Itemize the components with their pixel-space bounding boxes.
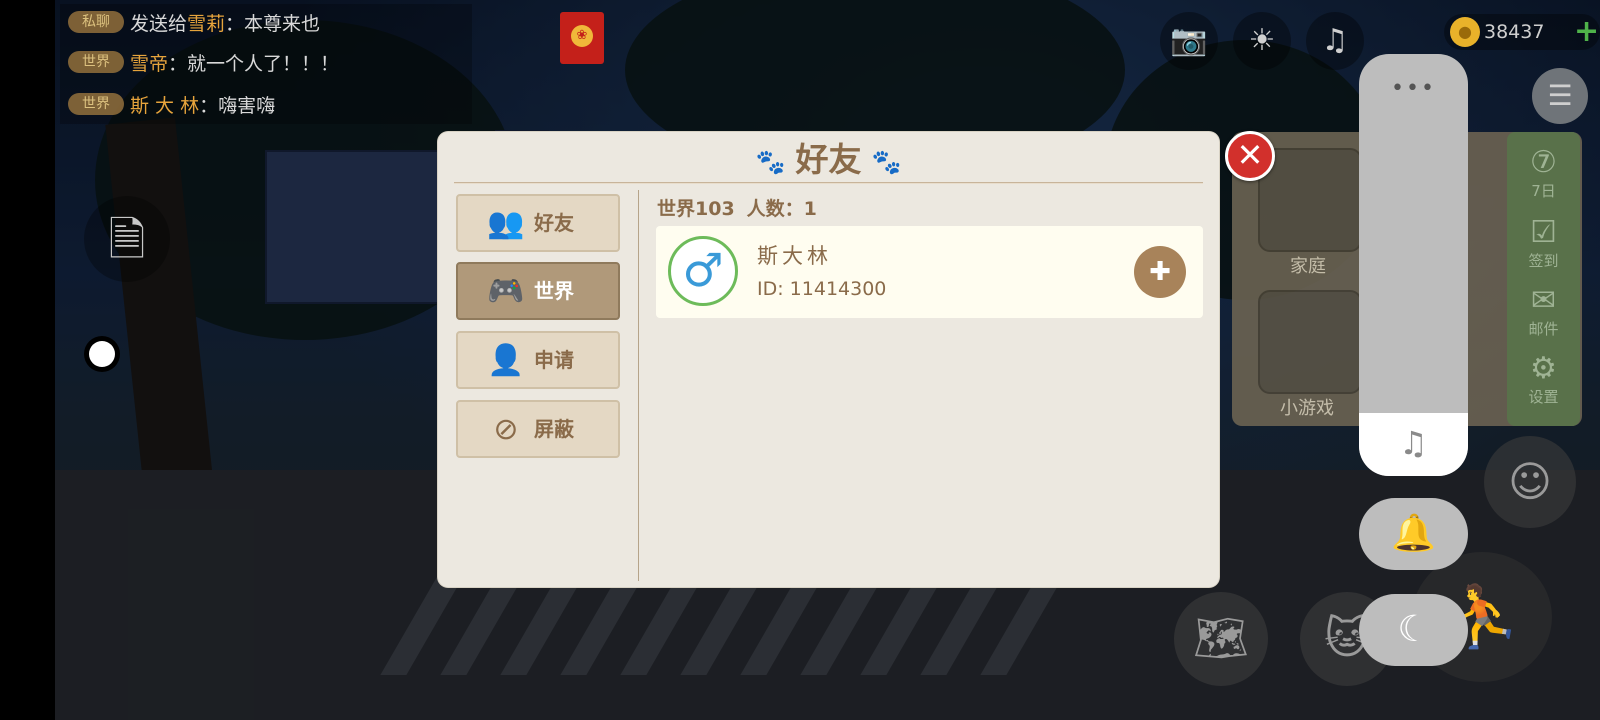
friends-icon: 👥 xyxy=(487,206,525,241)
checkin-button[interactable]: ☑ 签到 xyxy=(1507,216,1580,271)
settings-button[interactable]: ⚙ 设置 xyxy=(1507,352,1580,407)
close-button[interactable]: ✕ xyxy=(1225,131,1275,181)
add-coins-button[interactable]: + xyxy=(1574,14,1599,50)
tab-requests-label: 申请 xyxy=(534,348,574,372)
mail-label: 邮件 xyxy=(1528,320,1559,338)
chat-message: 本尊来也 xyxy=(244,12,321,35)
dialog-title: 🐾 好友 🐾 xyxy=(438,138,1219,184)
tab-world-label: 世界 xyxy=(534,279,574,303)
tab-blocked[interactable]: ⊘ 屏蔽 xyxy=(456,400,620,458)
ring-mode-button[interactable]: 🔔 xyxy=(1359,498,1468,570)
mail-icon: ✉ xyxy=(1530,283,1557,318)
tab-friends[interactable]: 👥 好友 xyxy=(456,194,620,252)
room-info: 世界103 人数：1 xyxy=(657,194,829,221)
chat-player-name[interactable]: 斯 大 林 xyxy=(130,91,199,118)
chat-line: 私聊 发送给 雪莉 ： 本尊来也 xyxy=(68,8,320,36)
player-count: 人数：1 xyxy=(746,198,817,220)
add-friend-icon: ✚ xyxy=(1149,257,1171,287)
male-gender-icon: ♂ xyxy=(668,236,738,306)
room-name: 世界103 xyxy=(657,198,735,220)
task-list-icon[interactable]: 🗎 xyxy=(84,196,170,282)
seven-day-icon: ⑦ xyxy=(1530,145,1557,180)
coin-amount: 38437 xyxy=(1484,21,1545,43)
volume-slider[interactable]: ••• ♫ xyxy=(1359,54,1468,476)
checkin-label: 签到 xyxy=(1528,252,1559,270)
list-menu-icon[interactable]: ☰ xyxy=(1532,68,1588,124)
moon-icon: ☾ xyxy=(1397,609,1430,650)
chat-panel[interactable]: 私聊 发送给 雪莉 ： 本尊来也 世界 雪帝 ： 就一个人了！！！ 世界 斯 大… xyxy=(60,4,472,124)
music-icon[interactable]: ♫ xyxy=(1306,12,1364,70)
chat-channel-tag: 私聊 xyxy=(68,11,124,33)
chat-line: 世界 雪帝 ： 就一个人了！！！ xyxy=(68,48,339,76)
player-name: 斯大林 xyxy=(757,244,832,268)
paw-icon: 🐾 xyxy=(755,147,786,176)
player-row[interactable]: ♂ 斯大林 ID: 11414300 ✚ xyxy=(656,226,1203,318)
settings-label: 设置 xyxy=(1528,388,1559,406)
sun-icon[interactable]: ☀ xyxy=(1233,12,1291,70)
tab-requests[interactable]: 👤 申请 xyxy=(456,331,620,389)
chat-line: 世界 斯 大 林 ： 嗨害嗨 xyxy=(68,90,275,118)
more-options-icon[interactable]: ••• xyxy=(1359,78,1468,100)
chat-channel-tag: 世界 xyxy=(68,51,124,73)
do-not-disturb-button[interactable]: ☾ xyxy=(1359,594,1468,666)
dialog-title-text: 好友 xyxy=(795,140,862,179)
mail-button[interactable]: ✉ 邮件 xyxy=(1507,284,1580,339)
bell-icon: 🔔 xyxy=(1391,513,1436,554)
add-friend-button[interactable]: ✚ xyxy=(1134,246,1186,298)
chat-player-name[interactable]: 雪帝 xyxy=(130,49,168,76)
seven-day-button[interactable]: ⑦ 7日 xyxy=(1507,146,1580,201)
chat-separator: ： xyxy=(199,94,219,117)
title-divider xyxy=(454,182,1203,184)
paw-icon: 🐾 xyxy=(871,147,902,176)
paw-icon: ❀ xyxy=(571,25,593,47)
gear-icon: ⚙ xyxy=(1530,351,1557,386)
side-menu-label-family[interactable]: 家庭 xyxy=(1290,252,1326,278)
tab-world[interactable]: 🎮 世界 xyxy=(456,262,620,320)
chat-message: 嗨害嗨 xyxy=(218,94,276,117)
character-avatar-icon[interactable]: ☺ xyxy=(1484,436,1576,528)
chat-separator: ： xyxy=(225,12,245,35)
tab-friends-label: 好友 xyxy=(534,211,574,235)
block-user-icon: ⊘ xyxy=(493,412,519,447)
side-menu-column: ⑦ 7日 ☑ 签到 ✉ 邮件 ⚙ 设置 xyxy=(1507,132,1580,426)
map-icon[interactable]: 🗺 xyxy=(1174,592,1268,686)
red-envelope-button[interactable]: ❀ xyxy=(560,12,604,64)
column-divider xyxy=(638,190,639,581)
gamepad-icon[interactable] xyxy=(1258,290,1362,394)
music-note-icon: ♫ xyxy=(1399,424,1428,462)
joystick-knob[interactable] xyxy=(84,336,120,372)
chat-channel-tag: 世界 xyxy=(68,93,124,115)
close-icon: ✕ xyxy=(1236,136,1264,174)
add-friend-icon: 👤 xyxy=(487,343,525,378)
friends-dialog: 🐾 好友 🐾 👥 好友 🎮 世界 👤 申请 ⊘ 屏蔽 世界103 人数：1 ♂ 斯大林… xyxy=(438,132,1219,587)
checkin-icon: ☑ xyxy=(1530,215,1557,250)
coin-icon: ● xyxy=(1450,17,1480,47)
chat-message: 就一个人了！！！ xyxy=(187,52,340,75)
side-menu-label-minigame[interactable]: 小游戏 xyxy=(1280,394,1334,420)
tab-blocked-label: 屏蔽 xyxy=(534,417,574,441)
coin-balance: ● 38437 + xyxy=(1444,14,1600,50)
chat-prefix: 发送给 xyxy=(130,12,188,35)
seven-day-label: 7日 xyxy=(1531,182,1556,200)
gamepad-icon: 🎮 xyxy=(487,274,525,309)
chat-player-name[interactable]: 雪莉 xyxy=(187,9,225,36)
player-id: ID: 11414300 xyxy=(757,278,887,300)
chat-separator: ： xyxy=(168,52,188,75)
camera-icon[interactable]: 📷 xyxy=(1160,12,1218,70)
